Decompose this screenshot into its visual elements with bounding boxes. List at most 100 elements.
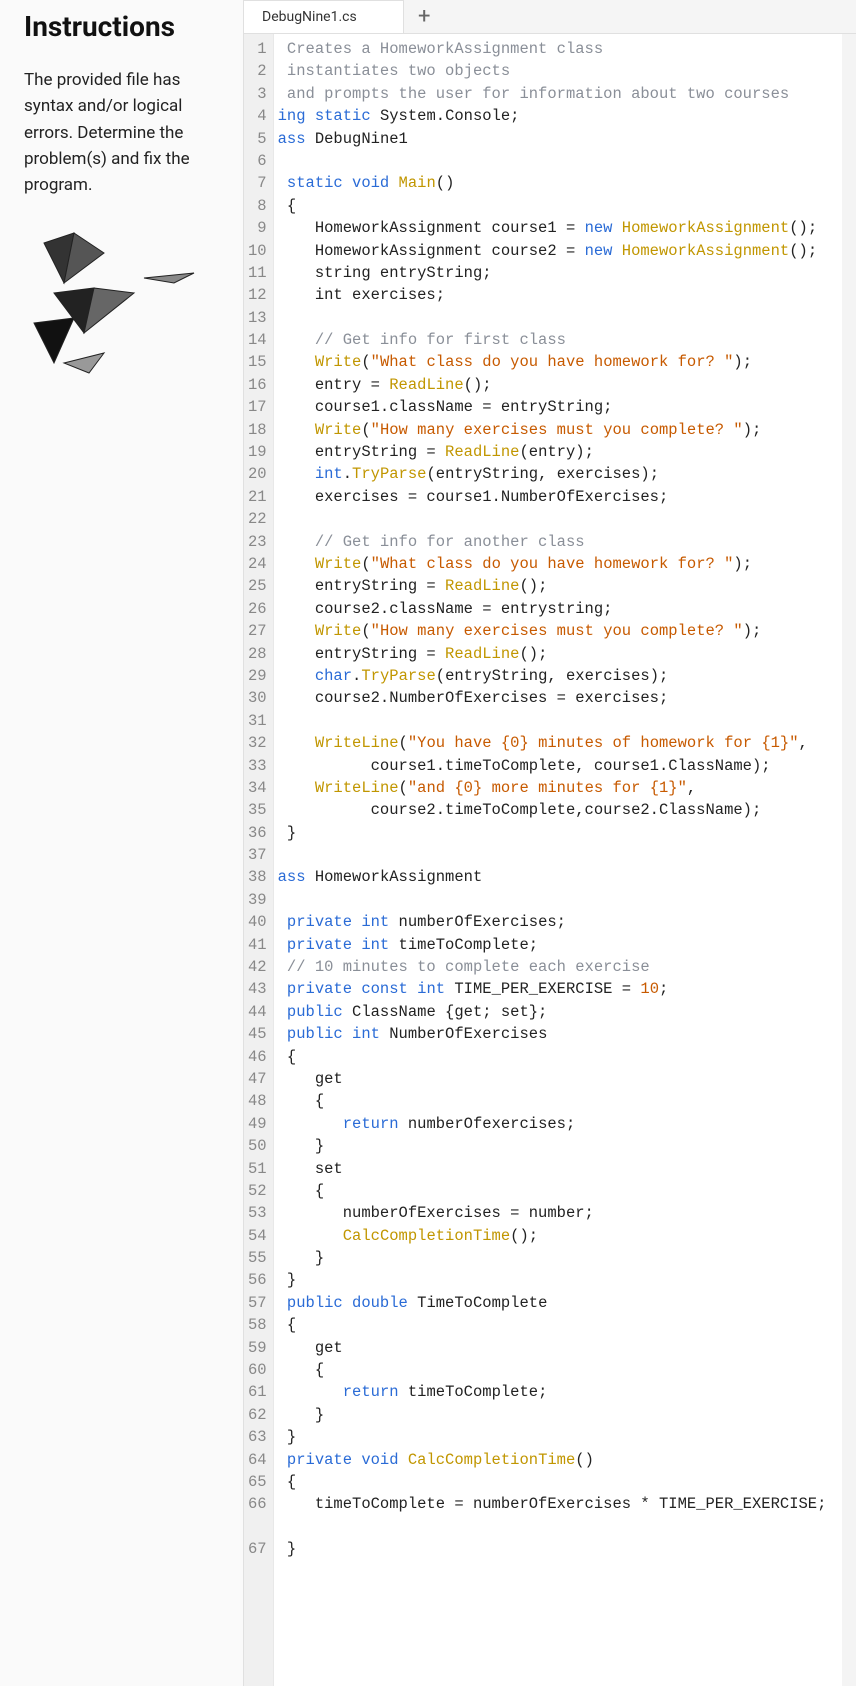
code-line[interactable]: public ClassName {get; set};: [278, 1001, 856, 1023]
code-line[interactable]: [278, 307, 856, 329]
code-line[interactable]: private const int TIME_PER_EXERCISE = 10…: [278, 978, 856, 1000]
line-number: 34: [248, 777, 267, 799]
line-number: 55: [248, 1247, 267, 1269]
tab-file-label: DebugNine1.cs: [262, 9, 357, 25]
tab-bar: DebugNine1.cs +: [244, 0, 856, 34]
code-line[interactable]: [278, 844, 856, 866]
code-line[interactable]: timeToComplete = numberOfExercises * TIM…: [278, 1493, 856, 1515]
code-line[interactable]: private int timeToComplete;: [278, 934, 856, 956]
code-line[interactable]: string entryString;: [278, 262, 856, 284]
code-line[interactable]: return timeToComplete;: [278, 1381, 856, 1403]
line-number: 30: [248, 687, 267, 709]
line-number: 62: [248, 1404, 267, 1426]
line-number: 44: [248, 1001, 267, 1023]
code-line[interactable]: course2.timeToComplete,course2.ClassName…: [278, 799, 856, 821]
code-line[interactable]: static void Main(): [278, 172, 856, 194]
code-line[interactable]: WriteLine("You have {0} minutes of homew…: [278, 732, 856, 754]
code-line[interactable]: {: [278, 1359, 856, 1381]
code-line[interactable]: Write("How many exercises must you compl…: [278, 419, 856, 441]
code-line[interactable]: ass HomeworkAssignment: [278, 866, 856, 888]
code-line[interactable]: }: [278, 1426, 856, 1448]
code-line[interactable]: HomeworkAssignment course1 = new Homewor…: [278, 217, 856, 239]
code-line[interactable]: entry = ReadLine();: [278, 374, 856, 396]
code-line[interactable]: numberOfExercises = number;: [278, 1202, 856, 1224]
code-line[interactable]: course1.className = entryString;: [278, 396, 856, 418]
code-line[interactable]: {: [278, 195, 856, 217]
code-line[interactable]: {: [278, 1314, 856, 1336]
code-line[interactable]: public double TimeToComplete: [278, 1292, 856, 1314]
code-area[interactable]: Creates a HomeworkAssignment class insta…: [274, 34, 856, 1686]
code-line[interactable]: ing static System.Console;: [278, 105, 856, 127]
code-line[interactable]: }: [278, 822, 856, 844]
code-line[interactable]: CalcCompletionTime();: [278, 1225, 856, 1247]
code-line[interactable]: course2.className = entrystring;: [278, 598, 856, 620]
code-line[interactable]: }: [278, 1269, 856, 1291]
code-line[interactable]: Write("How many exercises must you compl…: [278, 620, 856, 642]
code-line[interactable]: }: [278, 1135, 856, 1157]
line-number: 2: [248, 60, 267, 82]
code-line[interactable]: return numberOfexercises;: [278, 1113, 856, 1135]
line-number: 66: [248, 1493, 267, 1515]
code-line[interactable]: [278, 150, 856, 172]
code-line[interactable]: and prompts the user for information abo…: [278, 83, 856, 105]
vertical-scrollbar[interactable]: [842, 34, 856, 1686]
line-number: 31: [248, 710, 267, 732]
code-line[interactable]: [278, 508, 856, 530]
line-number: 52: [248, 1180, 267, 1202]
instructions-body: The provided file has syntax and/or logi…: [24, 67, 219, 199]
line-number: 53: [248, 1202, 267, 1224]
line-number: 27: [248, 620, 267, 642]
line-number: 5: [248, 128, 267, 150]
code-line[interactable]: // Get info for another class: [278, 531, 856, 553]
code-line[interactable]: // Get info for first class: [278, 329, 856, 351]
code-line[interactable]: course2.NumberOfExercises = exercises;: [278, 687, 856, 709]
code-line[interactable]: char.TryParse(entryString, exercises);: [278, 665, 856, 687]
code-line[interactable]: WriteLine("and {0} more minutes for {1}"…: [278, 777, 856, 799]
code-line[interactable]: {: [278, 1471, 856, 1493]
code-line[interactable]: instantiates two objects: [278, 60, 856, 82]
tab-add-button[interactable]: +: [404, 0, 444, 33]
code-line[interactable]: Creates a HomeworkAssignment class: [278, 38, 856, 60]
code-line[interactable]: entryString = ReadLine();: [278, 643, 856, 665]
code-editor[interactable]: 1234567891011121314151617181920212223242…: [244, 34, 856, 1686]
code-line[interactable]: }: [278, 1247, 856, 1269]
code-line[interactable]: entryString = ReadLine(entry);: [278, 441, 856, 463]
code-line[interactable]: private void CalcCompletionTime(): [278, 1449, 856, 1471]
code-line[interactable]: // 10 minutes to complete each exercise: [278, 956, 856, 978]
code-line[interactable]: Write("What class do you have homework f…: [278, 351, 856, 373]
line-number: 45: [248, 1023, 267, 1045]
code-line[interactable]: {: [278, 1046, 856, 1068]
code-line[interactable]: int.TryParse(entryString, exercises);: [278, 463, 856, 485]
code-line[interactable]: [278, 710, 856, 732]
code-line[interactable]: }: [278, 1538, 856, 1560]
line-number: 54: [248, 1225, 267, 1247]
line-number: 4: [248, 105, 267, 127]
code-line[interactable]: public int NumberOfExercises: [278, 1023, 856, 1045]
code-line[interactable]: Write("What class do you have homework f…: [278, 553, 856, 575]
line-number: 49: [248, 1113, 267, 1135]
line-number: 60: [248, 1359, 267, 1381]
instructions-panel: Instructions The provided file has synta…: [0, 0, 244, 1686]
tab-file[interactable]: DebugNine1.cs: [244, 0, 404, 33]
code-line[interactable]: }: [278, 1404, 856, 1426]
code-line[interactable]: HomeworkAssignment course2 = new Homewor…: [278, 240, 856, 262]
line-number: 1: [248, 38, 267, 60]
line-number: 63: [248, 1426, 267, 1448]
code-line[interactable]: [278, 889, 856, 911]
code-line[interactable]: [278, 1516, 856, 1538]
line-number: 64: [248, 1449, 267, 1471]
editor-panel: DebugNine1.cs + 123456789101112131415161…: [244, 0, 856, 1686]
code-line[interactable]: set: [278, 1158, 856, 1180]
line-number: 17: [248, 396, 267, 418]
code-line[interactable]: int exercises;: [278, 284, 856, 306]
code-line[interactable]: get: [278, 1068, 856, 1090]
code-line[interactable]: {: [278, 1090, 856, 1112]
line-number: 20: [248, 463, 267, 485]
code-line[interactable]: private int numberOfExercises;: [278, 911, 856, 933]
code-line[interactable]: exercises = course1.NumberOfExercises;: [278, 486, 856, 508]
code-line[interactable]: get: [278, 1337, 856, 1359]
code-line[interactable]: ass DebugNine1: [278, 128, 856, 150]
code-line[interactable]: course1.timeToComplete, course1.ClassNam…: [278, 755, 856, 777]
code-line[interactable]: entryString = ReadLine();: [278, 575, 856, 597]
code-line[interactable]: {: [278, 1180, 856, 1202]
